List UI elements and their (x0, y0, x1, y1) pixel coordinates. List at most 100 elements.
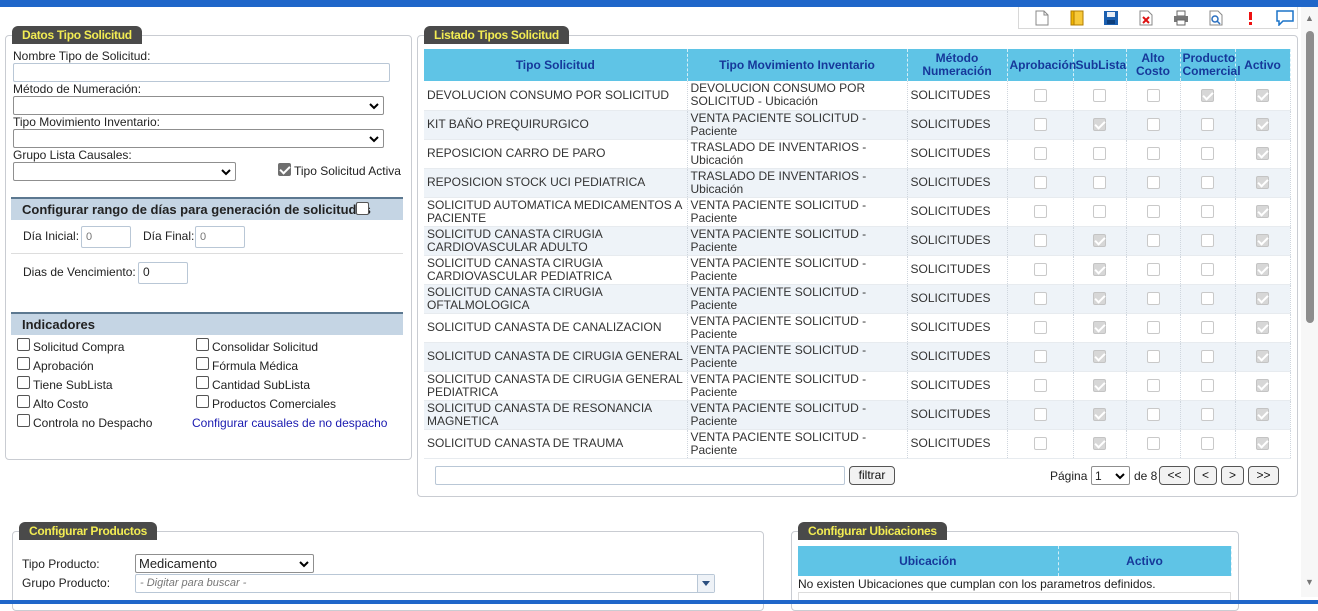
activo-checkbox[interactable] (1256, 292, 1269, 306)
activo-checkbox[interactable] (1256, 176, 1269, 190)
table-row[interactable]: REPOSICION STOCK UCI PEDIATRICA TRASLADO … (424, 168, 1291, 198)
alto-costo-checkbox[interactable] (1146, 176, 1160, 190)
producto-checkbox[interactable] (1201, 350, 1214, 364)
table-row[interactable]: REPOSICION CARRO DE PARO TRASLADO DE INVE… (424, 139, 1291, 169)
producto-checkbox[interactable] (1201, 408, 1214, 422)
sublista-checkbox[interactable] (1093, 88, 1106, 102)
tipo-mov-select[interactable] (13, 129, 384, 148)
table-row[interactable]: SOLICITUD CANASTA DE CANALIZACION VENTA P… (424, 313, 1291, 343)
column-header[interactable]: Aprobación (1007, 49, 1076, 81)
configurar-causales-link[interactable]: Configurar causales de no despacho (192, 416, 387, 430)
filter-input[interactable] (435, 466, 845, 485)
activa-checkbox[interactable] (278, 163, 291, 176)
controla-no-despacho-checkbox[interactable] (17, 414, 30, 427)
alto-costo-checkbox[interactable] (1146, 321, 1160, 335)
dia-inicial-input[interactable] (81, 226, 131, 248)
table-row[interactable]: SOLICITUD CANASTA DE CIRUGIA GENERAL PED… (424, 371, 1291, 401)
producto-checkbox[interactable] (1201, 176, 1214, 190)
table-row[interactable]: SOLICITUD AUTOMATICA MEDICAMENTOS A PACI… (424, 197, 1291, 227)
table-row[interactable]: SOLICITUD CANASTA DE CIRUGIA GENERAL VENT… (424, 342, 1291, 372)
alto-costo-checkbox[interactable] (17, 395, 30, 408)
aprobacion-checkbox[interactable] (1033, 408, 1047, 422)
alto-costo-checkbox[interactable] (1146, 263, 1160, 277)
column-header[interactable]: Producto Comercial (1180, 49, 1241, 81)
aprobacion-checkbox[interactable] (1033, 379, 1047, 393)
metodo-select[interactable] (13, 96, 384, 115)
dia-final-input[interactable] (195, 226, 245, 248)
activo-checkbox[interactable] (1256, 88, 1269, 102)
filtrar-button[interactable]: filtrar (849, 466, 895, 485)
sublista-checkbox[interactable] (1093, 350, 1106, 364)
table-row[interactable]: SOLICITUD CANASTA CIRUGIA CARDIOVASCULAR… (424, 255, 1291, 285)
producto-checkbox[interactable] (1201, 263, 1214, 277)
column-header[interactable]: Activo (1058, 546, 1232, 576)
aprobacion-checkbox[interactable] (1033, 234, 1047, 248)
grupo-producto-input[interactable]: - Digitar para buscar - (135, 574, 715, 593)
producto-checkbox[interactable] (1201, 147, 1214, 161)
producto-checkbox[interactable] (1201, 88, 1214, 102)
chat-icon[interactable] (1273, 8, 1297, 28)
alto-costo-checkbox[interactable] (1146, 379, 1160, 393)
scroll-up-icon[interactable]: ▲ (1305, 13, 1314, 23)
sublista-checkbox[interactable] (1093, 118, 1106, 132)
sublista-checkbox[interactable] (1093, 292, 1106, 306)
table-row[interactable]: SOLICITUD CANASTA CIRUGIA OFTALMOLOGICA V… (424, 284, 1291, 314)
bookmark-icon[interactable] (1065, 8, 1089, 28)
column-header[interactable]: Alto Costo (1126, 49, 1181, 81)
print-icon[interactable] (1169, 8, 1193, 28)
alto-costo-checkbox[interactable] (1146, 408, 1160, 422)
column-header[interactable]: Tipo Movimiento Inventario (687, 49, 908, 81)
activo-checkbox[interactable] (1256, 147, 1269, 161)
aprobacion-checkbox[interactable] (1033, 176, 1047, 190)
activo-checkbox[interactable] (1256, 205, 1269, 219)
preview-icon[interactable] (1204, 8, 1228, 28)
last-page-button[interactable]: >> (1248, 466, 1279, 485)
activo-checkbox[interactable] (1256, 118, 1269, 132)
aprobacion-checkbox[interactable] (1033, 147, 1047, 161)
producto-checkbox[interactable] (1201, 321, 1214, 335)
save-icon[interactable] (1100, 8, 1124, 28)
alto-costo-checkbox[interactable] (1146, 292, 1160, 306)
pagina-select[interactable]: 1 (1091, 466, 1130, 485)
scroll-thumb[interactable] (1306, 31, 1314, 323)
prev-page-button[interactable]: < (1194, 466, 1217, 485)
new-document-icon[interactable] (1030, 8, 1054, 28)
producto-checkbox[interactable] (1201, 292, 1214, 306)
sublista-checkbox[interactable] (1093, 176, 1106, 190)
sublista-checkbox[interactable] (1093, 234, 1106, 248)
producto-checkbox[interactable] (1201, 234, 1214, 248)
alto-costo-checkbox[interactable] (1146, 147, 1160, 161)
sublista-checkbox[interactable] (1093, 379, 1106, 393)
next-page-button[interactable]: > (1221, 466, 1244, 485)
delete-icon[interactable] (1134, 8, 1158, 28)
activo-checkbox[interactable] (1256, 350, 1269, 364)
aprobacion-checkbox[interactable] (1033, 292, 1047, 306)
tiene-sublista-checkbox[interactable] (17, 376, 30, 389)
grupo-select[interactable] (13, 162, 236, 181)
aprobacion-checkbox[interactable] (17, 357, 30, 370)
producto-checkbox[interactable] (1201, 205, 1214, 219)
sublista-checkbox[interactable] (1093, 205, 1106, 219)
alert-icon[interactable] (1239, 8, 1263, 28)
rango-checkbox[interactable] (356, 202, 369, 215)
aprobacion-checkbox[interactable] (1033, 88, 1047, 102)
aprobacion-checkbox[interactable] (1033, 118, 1047, 132)
cantidad-sublista-checkbox[interactable] (196, 376, 209, 389)
activo-checkbox[interactable] (1256, 321, 1269, 335)
aprobacion-checkbox[interactable] (1033, 263, 1047, 277)
activo-checkbox[interactable] (1256, 379, 1269, 393)
producto-checkbox[interactable] (1201, 379, 1214, 393)
aprobacion-checkbox[interactable] (1033, 205, 1047, 219)
table-row[interactable]: SOLICITUD CANASTA DE RESONANCIA MAGNETIC… (424, 400, 1291, 430)
alto-costo-checkbox[interactable] (1146, 88, 1160, 102)
activo-checkbox[interactable] (1256, 234, 1269, 248)
producto-checkbox[interactable] (1201, 118, 1214, 132)
aprobacion-checkbox[interactable] (1033, 350, 1047, 364)
alto-costo-checkbox[interactable] (1146, 234, 1160, 248)
alto-costo-checkbox[interactable] (1146, 118, 1160, 132)
vertical-scrollbar[interactable]: ▲ ▼ (1301, 7, 1318, 597)
activo-checkbox[interactable] (1256, 408, 1269, 422)
sublista-checkbox[interactable] (1093, 408, 1106, 422)
tipo-producto-select[interactable]: Medicamento (135, 554, 314, 573)
table-row[interactable]: DEVOLUCION CONSUMO POR SOLICITUD DEVOLUCI… (424, 81, 1291, 111)
